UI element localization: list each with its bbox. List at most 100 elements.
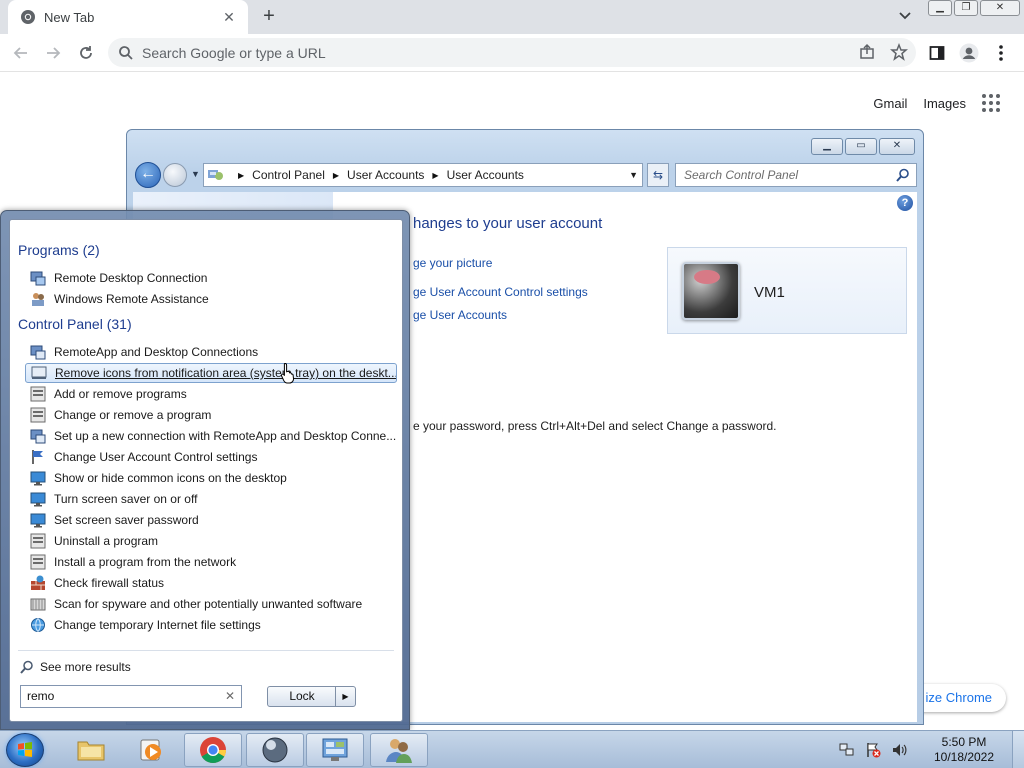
- result-remoteapp-desktop-connections[interactable]: RemoteApp and Desktop Connections: [25, 342, 397, 362]
- address-dropdown-icon[interactable]: ▼: [629, 170, 638, 180]
- address-bar[interactable]: ▶ Control Panel ▶ User Accounts ▶ User A…: [203, 163, 643, 187]
- back-arrow-icon[interactable]: [10, 42, 32, 64]
- taskbar-user-accounts[interactable]: [370, 733, 428, 767]
- cp-minimize-icon[interactable]: ▁: [811, 138, 843, 155]
- taskbar-chrome[interactable]: [184, 733, 242, 767]
- minimize-icon[interactable]: ▁: [928, 0, 952, 16]
- breadcrumb-user-accounts-current[interactable]: User Accounts: [447, 168, 524, 182]
- result-label: Change or remove a program: [54, 408, 212, 422]
- search-icon: [20, 660, 33, 674]
- restore-icon[interactable]: ❐: [954, 0, 978, 16]
- manage-user-accounts-link[interactable]: ge User Accounts: [413, 308, 507, 322]
- start-button[interactable]: [6, 733, 44, 767]
- result-windows-remote-assistance[interactable]: Windows Remote Assistance: [25, 289, 397, 309]
- close-icon[interactable]: ✕: [980, 0, 1020, 16]
- tab-close-icon[interactable]: ✕: [220, 9, 238, 26]
- reload-icon[interactable]: [75, 42, 97, 64]
- breadcrumb-separator-icon: ▶: [238, 170, 245, 180]
- new-tab-button[interactable]: +: [258, 6, 280, 28]
- cp-maximize-icon[interactable]: ▭: [845, 138, 877, 155]
- result-install-from-network[interactable]: Install a program from the network: [25, 552, 397, 572]
- breadcrumb-user-accounts[interactable]: User Accounts: [347, 168, 424, 182]
- cp-navigation-bar: ← ▼ ▶ Control Panel ▶ User Accounts ▶ Us…: [133, 160, 917, 190]
- search-icon: [896, 168, 909, 182]
- gmail-link[interactable]: Gmail: [873, 96, 907, 111]
- chrome-favicon-icon: [21, 10, 35, 24]
- result-screen-saver-toggle[interactable]: Turn screen saver on or off: [25, 489, 397, 509]
- share-icon[interactable]: [858, 43, 876, 61]
- side-panel-icon[interactable]: [926, 42, 948, 64]
- lock-label: Lock: [289, 689, 315, 703]
- bookmark-star-icon[interactable]: [890, 43, 908, 61]
- breadcrumb-separator-icon: ▶: [332, 170, 340, 180]
- change-picture-link[interactable]: ge your picture: [413, 256, 492, 270]
- taskbar-sphere-app[interactable]: [246, 733, 304, 767]
- apps-grid-icon[interactable]: [982, 94, 1000, 112]
- result-label: Change temporary Internet file settings: [54, 618, 261, 632]
- notification-area-icon: [31, 365, 47, 381]
- result-change-remove-program[interactable]: Change or remove a program: [25, 405, 397, 425]
- power-options-arrow-icon[interactable]: ▶: [335, 687, 355, 706]
- cp-close-icon[interactable]: ✕: [879, 138, 915, 155]
- defender-icon: [30, 596, 46, 612]
- result-show-hide-desktop-icons[interactable]: Show or hide common icons on the desktop: [25, 468, 397, 488]
- result-check-firewall-status[interactable]: Check firewall status: [25, 573, 397, 593]
- control-panel-search-input[interactable]: Search Control Panel: [675, 163, 917, 187]
- back-button[interactable]: ←: [135, 162, 161, 188]
- window-controls: ▁ ❐ ✕: [928, 0, 1024, 18]
- result-temp-internet-files[interactable]: Change temporary Internet file settings: [25, 615, 397, 635]
- results-divider: [18, 650, 394, 651]
- control-panel-icon: [208, 170, 223, 180]
- result-label: RemoteApp and Desktop Connections: [54, 345, 259, 359]
- start-menu: Programs (2) Remote Desktop Connection W…: [0, 210, 410, 730]
- result-label: Turn screen saver on or off: [54, 492, 198, 506]
- result-setup-remoteapp-connection[interactable]: Set up a new connection with RemoteApp a…: [25, 426, 397, 446]
- kebab-menu-icon[interactable]: [990, 42, 1012, 64]
- result-label: Check firewall status: [54, 576, 165, 590]
- action-center-icon[interactable]: [864, 741, 882, 759]
- lock-button[interactable]: Lock ▶: [267, 686, 356, 707]
- result-label: Windows Remote Assistance: [54, 292, 209, 306]
- firewall-icon: [30, 575, 46, 591]
- taskbar-clock[interactable]: 5:50 PM 10/18/2022: [924, 735, 1004, 765]
- clock-time: 5:50 PM: [941, 735, 987, 749]
- breadcrumb-control-panel[interactable]: Control Panel: [252, 168, 325, 182]
- help-icon[interactable]: ?: [897, 195, 913, 211]
- taskbar-media-player[interactable]: [122, 733, 180, 767]
- chevron-down-icon[interactable]: [896, 7, 914, 25]
- taskbar-control-panel[interactable]: [306, 733, 364, 767]
- forward-arrow-icon[interactable]: [42, 42, 64, 64]
- programs-group-header: Programs (2): [18, 242, 100, 258]
- result-change-uac-settings[interactable]: Change User Account Control settings: [25, 447, 397, 467]
- recent-pages-dropdown-icon[interactable]: ▼: [191, 169, 200, 179]
- network-icon[interactable]: [838, 741, 856, 759]
- tab-title: New Tab: [44, 9, 95, 25]
- windows-logo-icon: [18, 742, 32, 757]
- tab-new-tab[interactable]: New Tab ✕: [8, 0, 248, 34]
- omnibox[interactable]: Search Google or type a URL: [108, 38, 916, 67]
- show-desktop-button[interactable]: [1012, 731, 1024, 768]
- result-scan-for-spyware[interactable]: Scan for spyware and other potentially u…: [25, 594, 397, 614]
- volume-icon[interactable]: [890, 741, 908, 759]
- start-search-input[interactable]: remo ✕: [20, 685, 242, 708]
- profile-avatar-icon[interactable]: [958, 42, 980, 64]
- see-more-results-link[interactable]: See more results: [20, 660, 131, 674]
- taskbar-explorer[interactable]: [62, 733, 120, 767]
- images-link[interactable]: Images: [923, 96, 966, 111]
- uac-flag-icon: [30, 449, 46, 465]
- ntp-top-links: Gmail Images: [873, 94, 1000, 112]
- uac-settings-link[interactable]: ge User Account Control settings: [413, 285, 588, 299]
- result-remove-notification-icons[interactable]: Remove icons from notification area (sys…: [25, 363, 397, 383]
- hand-cursor-icon: [280, 362, 295, 384]
- result-uninstall-program[interactable]: Uninstall a program: [25, 531, 397, 551]
- clear-search-icon[interactable]: ✕: [225, 686, 235, 707]
- result-remote-desktop-connection[interactable]: Remote Desktop Connection: [25, 268, 397, 288]
- result-add-remove-programs[interactable]: Add or remove programs: [25, 384, 397, 404]
- result-label: Show or hide common icons on the desktop: [54, 471, 287, 485]
- forward-button[interactable]: [163, 163, 187, 187]
- refresh-icon[interactable]: ⇆: [647, 163, 669, 187]
- user-avatar[interactable]: [682, 262, 740, 320]
- result-screen-saver-password[interactable]: Set screen saver password: [25, 510, 397, 530]
- omnibox-placeholder: Search Google or type a URL: [142, 44, 326, 61]
- result-label: Scan for spyware and other potentially u…: [54, 597, 363, 611]
